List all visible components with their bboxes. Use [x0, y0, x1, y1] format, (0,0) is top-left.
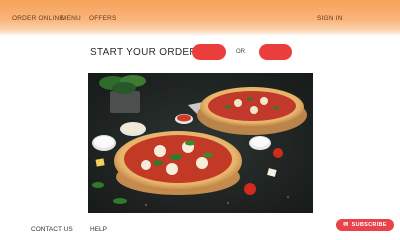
- nav-offers[interactable]: OFFERS: [89, 15, 117, 22]
- nav-order-online[interactable]: ORDER ONLINE: [12, 15, 64, 22]
- carryout-button[interactable]: [259, 44, 292, 60]
- or-separator: OR: [236, 49, 245, 55]
- footer-help[interactable]: HELP: [90, 226, 107, 233]
- back-pizza: [197, 87, 307, 135]
- footer-contact-us[interactable]: CONTACT US: [31, 226, 73, 233]
- top-navbar: ORDER ONLINE MENU OFFERS SIGN IN: [0, 0, 400, 36]
- front-pizza: [114, 131, 242, 191]
- start-order-title: START YOUR ORDER: [90, 47, 197, 58]
- pizza-illustration: [88, 73, 313, 213]
- nav-sign-in[interactable]: SIGN IN: [317, 15, 343, 22]
- delivery-button[interactable]: [192, 44, 226, 60]
- nav-menu[interactable]: MENU: [61, 15, 81, 22]
- envelope-icon: ✉: [343, 222, 349, 228]
- hero-pizza-image: [88, 73, 313, 213]
- start-order-row: START YOUR ORDER OR: [0, 44, 400, 64]
- subscribe-label: SUBSCRIBE: [351, 222, 387, 228]
- subscribe-button[interactable]: ✉ SUBSCRIBE: [336, 219, 394, 231]
